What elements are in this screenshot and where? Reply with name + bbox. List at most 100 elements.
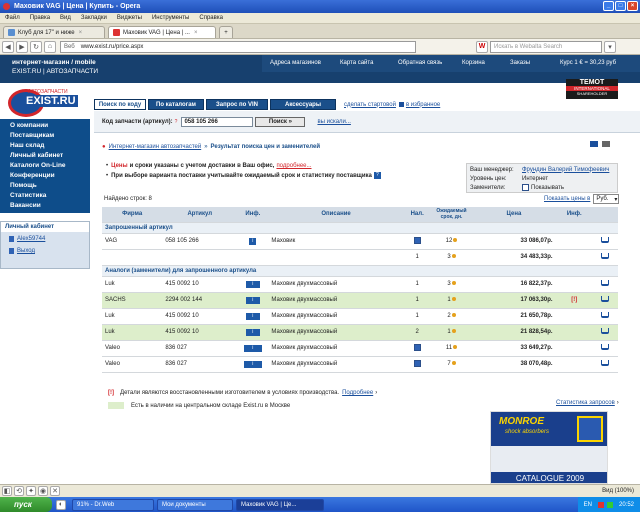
search-history-link[interactable]: вы искали... [317, 119, 350, 125]
info-icon[interactable]: i [245, 312, 260, 320]
menu-widgets[interactable]: Виджеты [117, 15, 142, 21]
taskbar-drweb[interactable]: 91% - Dr.Web [72, 498, 154, 511]
logo-text[interactable]: EXIST.RU [24, 95, 78, 107]
sidebar-item-help[interactable]: Помощь [0, 181, 90, 191]
info-icon[interactable]: i [245, 280, 260, 288]
email-icon[interactable] [590, 141, 598, 147]
stats-icon[interactable] [451, 329, 456, 333]
unite-icon[interactable]: ◉ [38, 486, 48, 496]
minimize-button[interactable]: _ [603, 1, 614, 11]
make-start-link[interactable]: сделать стартовой [344, 102, 396, 108]
menu-file[interactable]: Файл [5, 15, 20, 21]
cart-icon[interactable] [601, 296, 610, 302]
stats-icon[interactable] [451, 254, 456, 258]
info-icon[interactable]: i [243, 344, 262, 352]
nav-cart[interactable]: Корзина [462, 60, 485, 66]
col-article[interactable]: Артикул [162, 207, 238, 223]
cart-icon[interactable] [601, 360, 610, 366]
close-button[interactable]: × [627, 1, 638, 11]
cell-brand[interactable]: Luk [102, 324, 163, 341]
stats-icon[interactable] [451, 297, 456, 301]
menu-bookmarks[interactable]: Закладки [81, 15, 107, 21]
sidebar-item-suppliers[interactable]: Поставщикам [0, 131, 90, 141]
sidebar-item-stats[interactable]: Статистика [0, 191, 90, 201]
speed-dial-icon[interactable]: ⟲ [14, 486, 24, 496]
cell-brand[interactable]: VAG [102, 233, 163, 250]
show-substitutes-checkbox[interactable] [522, 184, 529, 191]
col-price[interactable]: Цена [472, 207, 556, 223]
menu-tools[interactable]: Инструменты [152, 15, 189, 21]
tray-icon[interactable] [597, 501, 604, 508]
start-button[interactable]: пуск [0, 497, 52, 512]
cart-icon[interactable] [601, 344, 610, 350]
menu-edit[interactable]: Правка [30, 15, 50, 21]
logout-link[interactable]: Выход [17, 248, 35, 254]
reload-icon[interactable]: ↻ [30, 40, 42, 53]
close-tab-icon[interactable]: × [79, 30, 83, 36]
add-favorites-link[interactable]: в избранное [406, 102, 440, 108]
nav-feedback[interactable]: Обратная связь [398, 60, 442, 66]
maximize-button[interactable]: □ [615, 1, 626, 11]
zoom-level[interactable]: Вид (100%) [602, 488, 634, 494]
url-field[interactable]: Веб www.exist.ru/price.aspx [60, 40, 416, 53]
stats-icon[interactable] [453, 345, 458, 349]
sidebar-item-jobs[interactable]: Вакансии [0, 201, 90, 211]
forward-icon[interactable]: ▶ [16, 40, 28, 53]
language-indicator[interactable]: EN [584, 502, 592, 508]
cell-brand[interactable]: Luk [102, 308, 163, 325]
home-icon[interactable]: ⌂ [44, 40, 56, 53]
cart-icon[interactable] [601, 280, 610, 286]
col-expected-days[interactable]: Ожидаемый срок, дн. [430, 207, 473, 223]
breadcrumb-home[interactable]: Интернет-магазин автозапчастей [109, 144, 202, 150]
cell-brand[interactable]: Luk [102, 276, 163, 293]
info-icon[interactable]: i [245, 328, 260, 336]
nav-orders[interactable]: Заказы [510, 60, 530, 66]
turbo-icon[interactable]: ✦ [26, 486, 36, 496]
tab-vin-request[interactable]: Запрос по VIN [206, 99, 268, 110]
sidebar-item-cabinet[interactable]: Личный кабинет [0, 151, 90, 161]
tray-icon[interactable] [606, 501, 613, 508]
cart-icon[interactable] [601, 237, 610, 243]
menu-view[interactable]: Вид [60, 15, 71, 21]
tab-flywheel[interactable]: Маховик VAG | Цена | ... × [108, 26, 216, 38]
back-icon[interactable]: ◀ [2, 40, 14, 53]
tab-club[interactable]: Клуб для 17" и ниже × [3, 26, 105, 38]
col-availability[interactable]: Нал. [403, 207, 431, 223]
sidebar-item-catalogs[interactable]: Каталоги On-Line [0, 161, 90, 171]
sidebar-item-conferences[interactable]: Конференции [0, 171, 90, 181]
sidebar-item-about[interactable]: О компании [0, 121, 90, 131]
tab-accessories[interactable]: Аксессуары [270, 99, 336, 110]
sidebar-item-warehouse[interactable]: Наш склад [0, 141, 90, 151]
cart-icon[interactable] [601, 253, 610, 259]
stats-icon[interactable] [451, 361, 456, 365]
menu-help[interactable]: Справка [199, 15, 223, 21]
webalta-icon[interactable]: W [476, 40, 488, 53]
monroe-banner[interactable]: MONROE shock absorbers CATALOGUE 2009 [490, 411, 608, 484]
col-brand[interactable]: Фирма [102, 207, 163, 223]
nav-stores[interactable]: Адреса магазинов [270, 60, 321, 66]
cart-icon[interactable] [601, 312, 610, 318]
info-icon[interactable]: i [243, 360, 262, 368]
quicklaunch-icon[interactable]: ◐ [56, 499, 66, 510]
taskbar-documents[interactable]: Мои документы [157, 498, 233, 511]
stats-icon[interactable] [453, 238, 458, 242]
panels-icon[interactable]: ◧ [2, 486, 12, 496]
search-button[interactable]: Поиск » [255, 116, 306, 127]
info-icon[interactable]: ? [373, 172, 381, 179]
stats-icon[interactable] [451, 313, 456, 317]
manager-name-link[interactable]: Фрундин Валерий Тимофеевич [522, 167, 609, 173]
panel-toggle-icon[interactable]: ▾ [604, 40, 616, 53]
restored-flag[interactable]: [!] [555, 292, 593, 309]
tab-by-catalog[interactable]: По каталогам [148, 99, 204, 110]
help-icon[interactable]: ? [175, 119, 178, 125]
info-icon[interactable]: i [249, 237, 257, 245]
new-tab-button[interactable]: + [219, 26, 233, 38]
trash-icon[interactable]: ✕ [50, 486, 60, 496]
col-description[interactable]: Описание [268, 207, 404, 223]
search-field[interactable]: Искать в Webalta Search [490, 40, 602, 53]
part-code-input[interactable]: 058 105 266 [181, 116, 254, 127]
cabinet-user-link[interactable]: Alex59744 [17, 236, 45, 242]
tab-search-by-code[interactable]: Поиск по коду [94, 99, 146, 110]
request-stats-link[interactable]: Статистика запросов [556, 400, 615, 406]
cell-brand[interactable]: Valeo [102, 340, 163, 357]
